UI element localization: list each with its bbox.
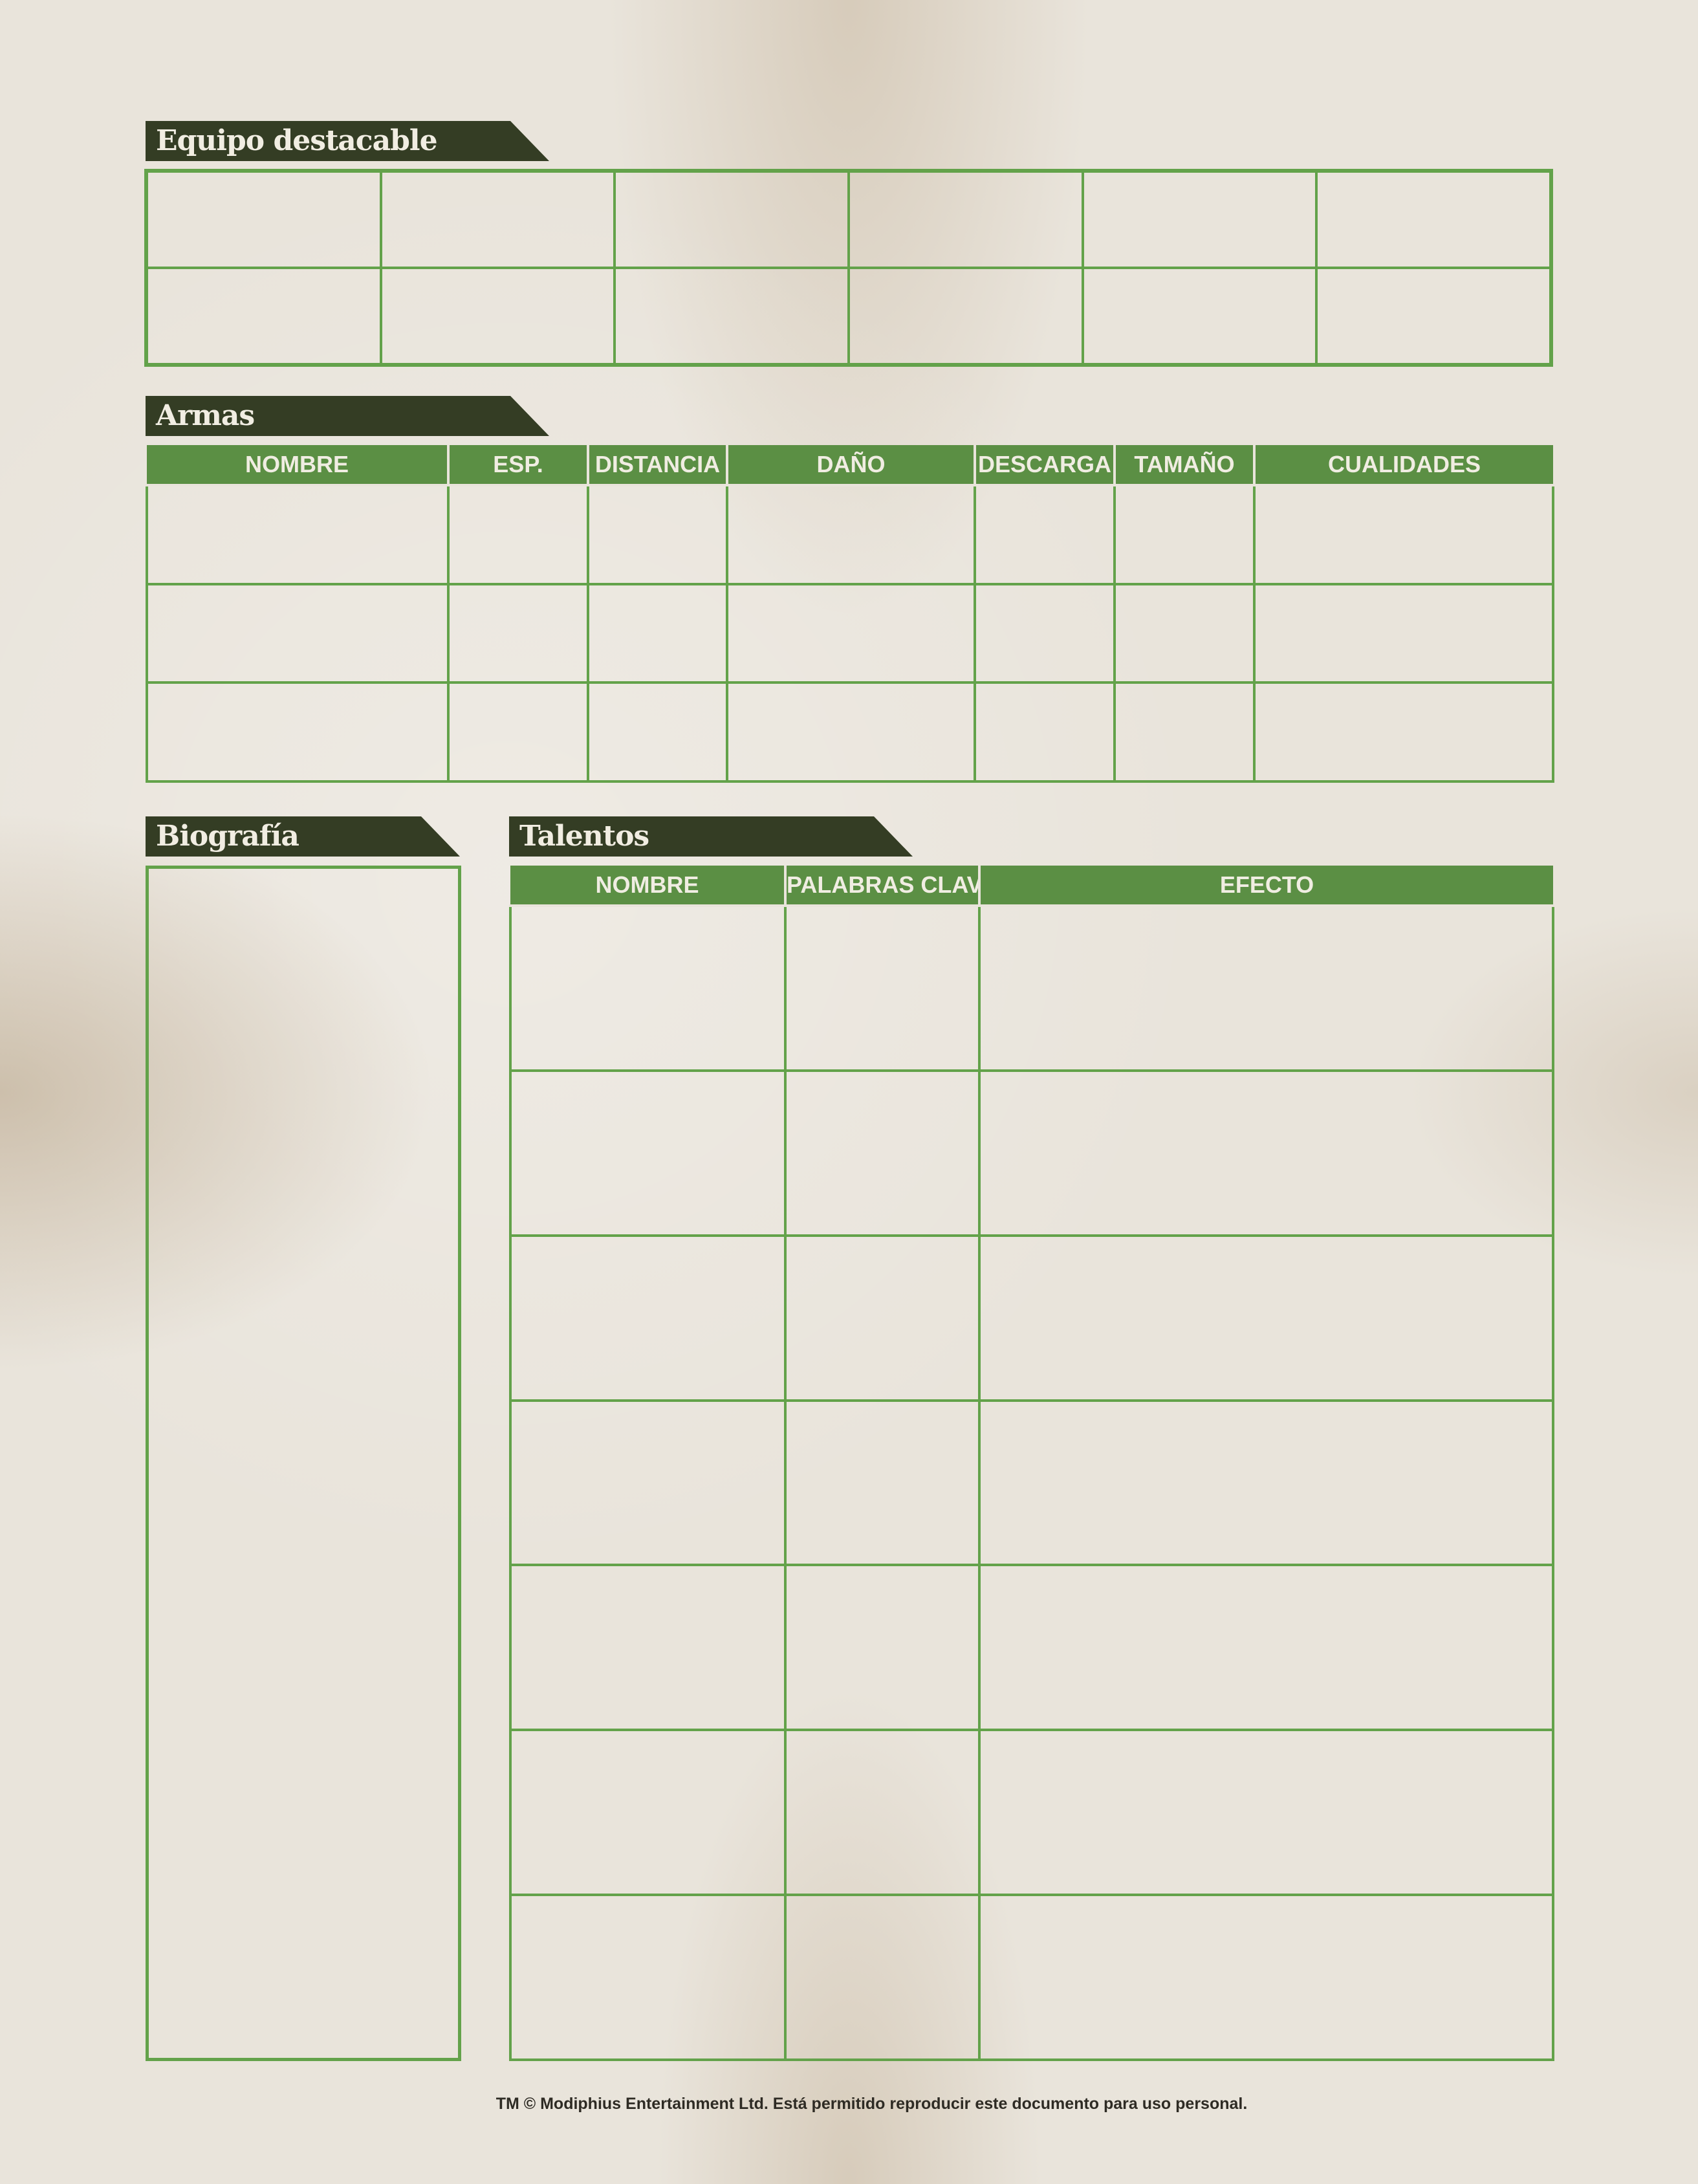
- armas-col-distancia: DISTANCIA: [587, 445, 728, 486]
- armas-col-esp: ESP.: [447, 445, 589, 486]
- talentos-col-efecto: EFECTO: [978, 866, 1553, 907]
- armas-cell[interactable]: [1113, 681, 1256, 783]
- equipo-cell[interactable]: [847, 267, 1084, 366]
- talentos-cell[interactable]: [509, 904, 787, 1072]
- talentos-col-nombre: NOMBRE: [510, 866, 787, 907]
- armas-cell[interactable]: [146, 484, 450, 585]
- talentos-cell[interactable]: [978, 1234, 1554, 1402]
- talentos-cell[interactable]: [784, 1729, 981, 1897]
- armas-cell[interactable]: [1253, 484, 1554, 585]
- equipo-cell[interactable]: [1081, 170, 1318, 269]
- talentos-title: Talentos: [509, 816, 913, 857]
- equipo-cell[interactable]: [1315, 267, 1552, 366]
- talentos-col-palabras-clave: PALABRAS CLAVE: [784, 866, 981, 907]
- armas-cell[interactable]: [726, 484, 976, 585]
- armas-cell[interactable]: [974, 484, 1116, 585]
- table-row: [509, 904, 1554, 1072]
- talentos-cell[interactable]: [978, 1399, 1554, 1567]
- talentos-cell[interactable]: [978, 1069, 1554, 1237]
- armas-cell[interactable]: [587, 681, 728, 783]
- equipo-cell[interactable]: [379, 170, 616, 269]
- footer-copyright: TM © Modiphius Entertainment Ltd. Está p…: [495, 2095, 1248, 2113]
- talentos-cell[interactable]: [978, 1729, 1554, 1897]
- table-row: [146, 582, 1554, 684]
- armas-col-tamano: TAMAÑO: [1113, 445, 1256, 486]
- equipo-destacable-title: Equipo destacable: [146, 121, 549, 161]
- equipo-cell[interactable]: [613, 170, 850, 269]
- table-row: [509, 1234, 1554, 1402]
- armas-cell[interactable]: [587, 582, 728, 684]
- equipo-cell[interactable]: [379, 267, 616, 366]
- equipo-destacable-table: [146, 170, 1552, 366]
- talentos-cell[interactable]: [978, 1564, 1554, 1732]
- armas-cell[interactable]: [146, 681, 450, 783]
- equipo-cell[interactable]: [613, 267, 850, 366]
- talentos-cell[interactable]: [784, 1234, 981, 1402]
- armas-title: Armas: [146, 396, 549, 436]
- armas-col-dano: DAÑO: [726, 445, 976, 486]
- talentos-cell[interactable]: [509, 1564, 787, 1732]
- armas-cell[interactable]: [1253, 582, 1554, 684]
- talentos-header-row: NOMBRE PALABRAS CLAVE EFECTO: [510, 866, 1553, 907]
- talentos-table: NOMBRE PALABRAS CLAVE EFECTO: [509, 866, 1554, 2061]
- armas-table: NOMBRE ESP. DISTANCIA DAÑO DESCARGA TAMA…: [146, 445, 1554, 783]
- table-row: [509, 1564, 1554, 1732]
- talentos-cell[interactable]: [784, 1564, 981, 1732]
- table-row: [509, 1729, 1554, 1897]
- table-row: [509, 1399, 1554, 1567]
- equipo-cell[interactable]: [1315, 170, 1552, 269]
- biografia-box[interactable]: [146, 866, 461, 2061]
- armas-cell[interactable]: [587, 484, 728, 585]
- talentos-cell[interactable]: [509, 1234, 787, 1402]
- equipo-cell[interactable]: [1081, 267, 1318, 366]
- equipo-cell[interactable]: [146, 267, 382, 366]
- armas-cell[interactable]: [447, 582, 589, 684]
- talentos-cell[interactable]: [509, 1894, 787, 2061]
- table-row: [146, 267, 1552, 366]
- talentos-cell[interactable]: [978, 1894, 1554, 2061]
- armas-col-descarga: DESCARGA: [974, 445, 1116, 486]
- table-row: [146, 170, 1552, 269]
- talentos-cell[interactable]: [784, 1894, 981, 2061]
- armas-cell[interactable]: [1113, 484, 1256, 585]
- armas-col-nombre: NOMBRE: [147, 445, 450, 486]
- talentos-cell[interactable]: [509, 1399, 787, 1567]
- talentos-cell[interactable]: [784, 904, 981, 1072]
- armas-cell[interactable]: [447, 681, 589, 783]
- table-row: [509, 1069, 1554, 1237]
- talentos-cell[interactable]: [978, 904, 1554, 1072]
- armas-cell[interactable]: [974, 681, 1116, 783]
- armas-cell[interactable]: [726, 582, 976, 684]
- table-row: [146, 484, 1554, 585]
- table-row: [146, 681, 1554, 783]
- equipo-cell[interactable]: [146, 170, 382, 269]
- table-row: [509, 1894, 1554, 2061]
- armas-header-row: NOMBRE ESP. DISTANCIA DAÑO DESCARGA TAMA…: [147, 445, 1553, 486]
- talentos-cell[interactable]: [784, 1399, 981, 1567]
- armas-cell[interactable]: [1253, 681, 1554, 783]
- talentos-cell[interactable]: [509, 1729, 787, 1897]
- armas-col-cualidades: CUALIDADES: [1253, 445, 1553, 486]
- equipo-cell[interactable]: [847, 170, 1084, 269]
- armas-cell[interactable]: [1113, 582, 1256, 684]
- talentos-cell[interactable]: [509, 1069, 787, 1237]
- armas-cell[interactable]: [974, 582, 1116, 684]
- armas-cell[interactable]: [726, 681, 976, 783]
- armas-cell[interactable]: [146, 582, 450, 684]
- talentos-cell[interactable]: [784, 1069, 981, 1237]
- biografia-title: Biografía: [146, 816, 460, 857]
- armas-cell[interactable]: [447, 484, 589, 585]
